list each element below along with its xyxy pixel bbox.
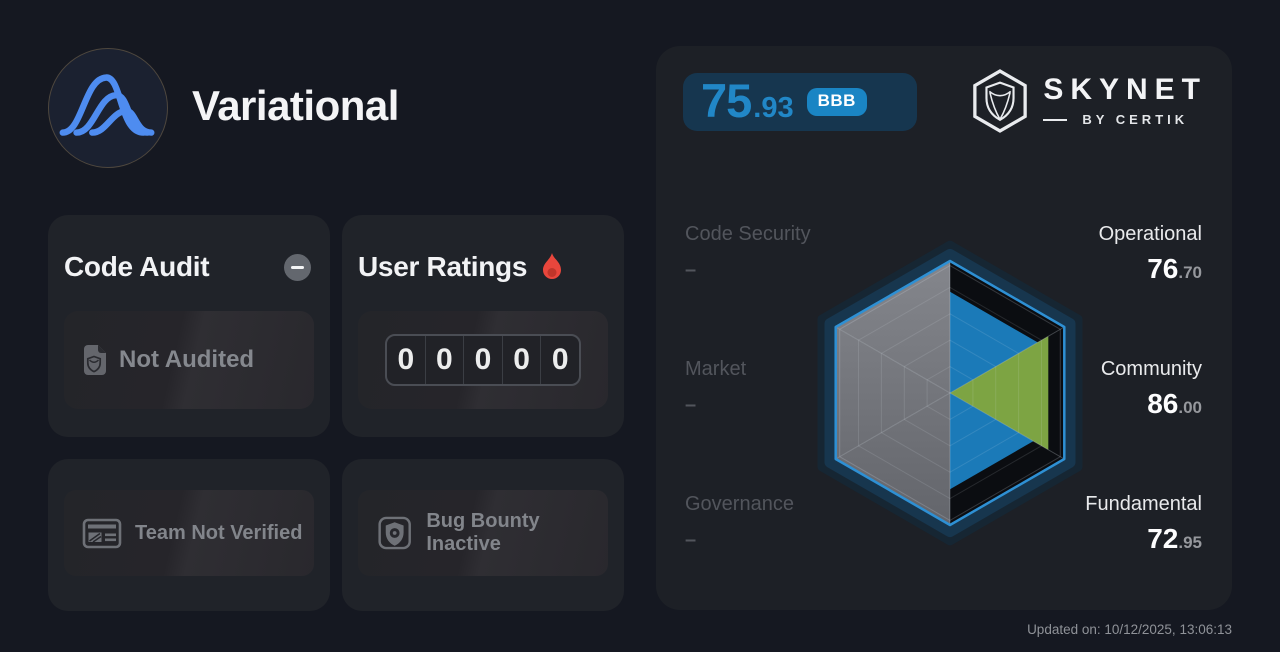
skynet-project-page: Variational Code Audit Not Audited User … [0, 0, 1280, 652]
no-data-dash: – [685, 394, 697, 416]
code-audit-title: Code Audit [64, 251, 210, 282]
flame-icon [543, 253, 562, 279]
score-decimal: .93 [753, 92, 794, 124]
axis-score: 72.95 [1147, 523, 1202, 554]
axis-score: 76.70 [1147, 253, 1202, 284]
axis-market: Market – [685, 357, 865, 417]
skynet-brand: SKYNET BY CERTIK [971, 69, 1207, 133]
axis-community: Community 86.00 [1022, 357, 1202, 425]
counter-digit: 0 [503, 336, 542, 384]
page-title: Variational [192, 82, 399, 129]
team-status: Team Not Verified [135, 521, 303, 544]
skynet-hex-shield-icon [973, 69, 1028, 133]
wave-logo-icon [59, 74, 155, 136]
axis-operational: Operational 76.70 [1022, 222, 1202, 290]
no-data-dash: – [685, 529, 697, 551]
team-verification-card: Team Not Verified [48, 459, 330, 611]
project-logo [48, 48, 168, 168]
id-card-icon [82, 518, 122, 549]
counter-digit: 0 [387, 336, 426, 384]
code-audit-card: Code Audit Not Audited [48, 215, 330, 437]
brand-divider [1043, 118, 1068, 121]
axis-fundamental: Fundamental 72.95 [1022, 492, 1202, 560]
axis-governance: Governance – [685, 492, 865, 552]
counter-digit: 0 [426, 336, 465, 384]
team-status-panel: Team Not Verified [64, 490, 314, 576]
user-ratings-card: User Ratings 0 0 0 0 0 [342, 215, 624, 437]
updated-timestamp: Updated on: 10/12/2025, 13:06:13 [1027, 622, 1232, 637]
minus-icon[interactable] [284, 254, 311, 281]
audit-file-shield-icon [84, 345, 106, 375]
counter-digit: 0 [464, 336, 503, 384]
counter-digit: 0 [551, 343, 569, 376]
brand-name: SKYNET [1043, 73, 1207, 106]
axis-code-security: Code Security – [685, 222, 865, 282]
code-audit-status-panel: Not Audited [64, 311, 314, 409]
ratings-counter: 0 0 0 0 0 [385, 334, 581, 386]
skynet-score-panel: 75 .93 BBB SKYNET BY CERTIK Code Securit… [656, 46, 1232, 610]
bug-bounty-status: Bug Bounty Inactive [426, 510, 540, 555]
bug-bounty-card: Bug Bounty Inactive [342, 459, 624, 611]
score-integer: 75 [701, 74, 752, 127]
overall-score-badge: 75 .93 BBB [683, 73, 917, 131]
brand-byline: BY CERTIK [1082, 112, 1189, 127]
bug-shield-icon [378, 516, 411, 550]
axis-score: 86.00 [1147, 388, 1202, 419]
score-grade-badge: BBB [806, 88, 867, 116]
user-ratings-title: User Ratings [358, 251, 565, 283]
bug-bounty-status-panel: Bug Bounty Inactive [358, 490, 608, 576]
code-audit-status: Not Audited [119, 346, 255, 373]
user-ratings-panel: 0 0 0 0 0 [358, 311, 608, 409]
no-data-dash: – [685, 259, 697, 281]
